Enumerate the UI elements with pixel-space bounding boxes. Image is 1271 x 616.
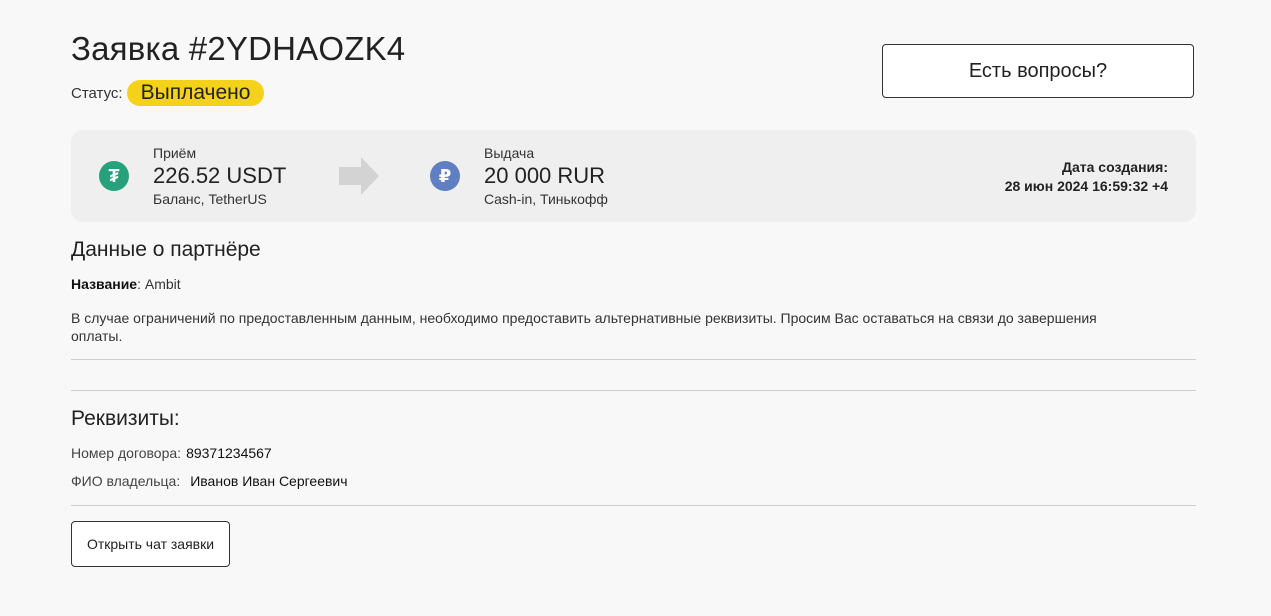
contract-label: Номер договора:: [71, 445, 182, 461]
contract-row: Номер договора: 89371234567: [71, 445, 272, 461]
tether-icon: ₮: [99, 161, 129, 191]
payout-method: Cash-in, Тинькофф: [484, 191, 608, 207]
open-chat-button[interactable]: Открыть чат заявки: [71, 521, 230, 567]
status-row: Статус: Выплачено: [71, 80, 265, 106]
created-value: 28 июн 2024 16:59:32 +4: [1004, 178, 1168, 194]
owner-label: ФИО владельца:: [71, 473, 181, 489]
divider: [71, 359, 1196, 360]
partner-notice: В случае ограничений по предоставленным …: [71, 310, 1097, 344]
receive-amount: 226.52 USDT: [153, 163, 287, 188]
payout-block: Выдача 20 000 RUR Cash-in, Тинькофф: [484, 144, 608, 208]
status-label: Статус:: [71, 84, 123, 102]
payout-amount: 20 000 RUR: [484, 163, 606, 188]
receive-block: Приём 226.52 USDT Баланс, TetherUS: [153, 144, 286, 208]
status-badge: Выплачено: [126, 80, 265, 106]
payout-label: Выдача: [484, 145, 535, 161]
questions-button[interactable]: Есть вопросы?: [882, 44, 1194, 98]
owner-row: ФИО владельца: Иванов Иван Сергеевич: [71, 473, 348, 489]
divider: [71, 390, 1196, 391]
requisites-heading: Реквизиты:: [71, 407, 180, 430]
arrow-right-icon: [339, 157, 379, 195]
partner-name-value: : Ambit: [137, 276, 181, 292]
partner-name: Название: Ambit: [71, 276, 181, 292]
ruble-icon: ₽: [430, 161, 460, 191]
created-label: Дата создания:: [1062, 159, 1168, 175]
owner-value: Иванов Иван Сергеевич: [190, 473, 348, 489]
partner-heading: Данные о партнёре: [71, 238, 261, 261]
partner-name-label: Название: [71, 276, 138, 292]
contract-value: 89371234567: [186, 445, 272, 461]
created-date: Дата создания: 28 июн 2024 16:59:32 +4: [1005, 158, 1168, 196]
divider: [71, 505, 1196, 506]
receive-method: Баланс, TetherUS: [153, 191, 267, 207]
exchange-card: ₮ Приём 226.52 USDT Баланс, TetherUS ₽ В…: [71, 130, 1196, 222]
receive-label: Приём: [153, 145, 197, 161]
page-title: Заявка #2YDHAOZK4: [71, 30, 406, 67]
